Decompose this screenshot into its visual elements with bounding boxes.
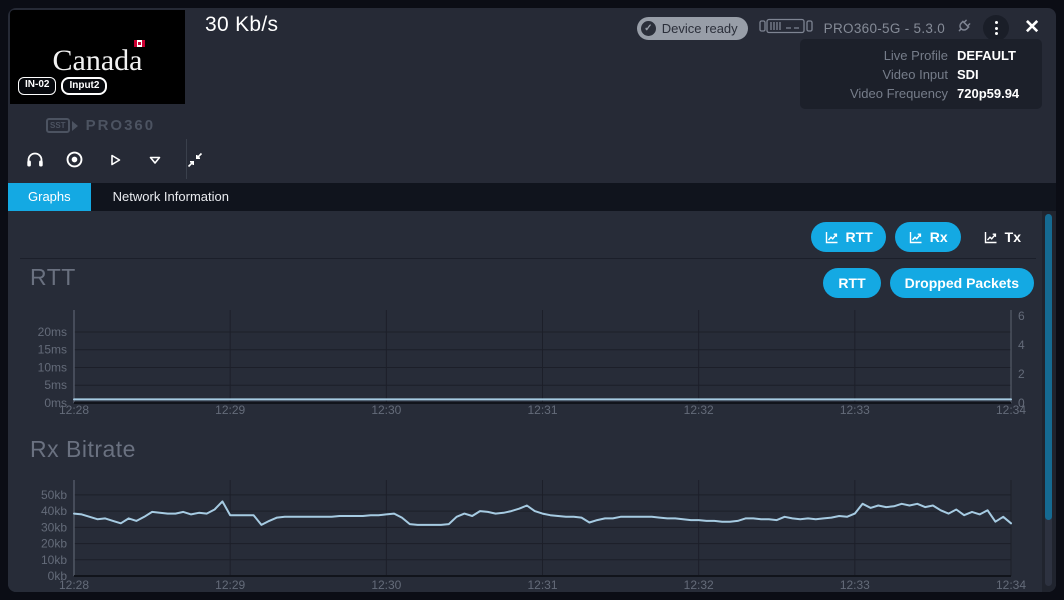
- line-chart-icon: [824, 230, 839, 245]
- svg-text:2: 2: [1018, 367, 1025, 381]
- svg-text:20ms: 20ms: [38, 325, 67, 339]
- svg-text:0ms: 0ms: [44, 396, 67, 410]
- scrollbar-track[interactable]: [1045, 214, 1052, 586]
- input-id-badge: IN-02: [18, 77, 56, 95]
- header-right-cluster: ✓ Device ready PRO360-5G - 5.3.0: [637, 15, 1044, 41]
- video-content-wordmark: Canada: [53, 44, 143, 78]
- sst-camera-icon: SST: [46, 118, 78, 133]
- more-menu-button[interactable]: [983, 15, 1009, 41]
- headphones-icon[interactable]: [21, 146, 48, 173]
- device-model-text: PRO360: [86, 117, 156, 134]
- info-value: 720p59.94: [957, 84, 1019, 103]
- video-preview-thumbnail[interactable]: Canada IN-02 Input2: [10, 10, 185, 104]
- quick-actions: [21, 146, 208, 173]
- tab-network-information[interactable]: Network Information: [91, 183, 251, 211]
- svg-text:12:29: 12:29: [215, 578, 245, 592]
- svg-text:50kb: 50kb: [41, 488, 67, 502]
- rx-bitrate-section-title: Rx Bitrate: [30, 436, 136, 463]
- header-divider: [186, 139, 187, 179]
- dropped-packets-button[interactable]: Dropped Packets: [890, 268, 1034, 298]
- section-separator: [20, 258, 1036, 259]
- toggle-rtt-button[interactable]: RTT: [811, 222, 886, 252]
- device-name-version: PRO360-5G - 5.3.0: [824, 21, 945, 36]
- check-icon: ✓: [641, 21, 656, 36]
- svg-text:15ms: 15ms: [38, 343, 67, 357]
- svg-text:12:32: 12:32: [684, 403, 714, 417]
- svg-text:20kb: 20kb: [41, 537, 67, 551]
- device-status-text: Device ready: [662, 21, 738, 36]
- svg-text:12:33: 12:33: [840, 578, 870, 592]
- input-badges: IN-02 Input2: [18, 77, 107, 95]
- input-source-badge: Input2: [61, 77, 107, 95]
- graph-toggle-buttons: RTT Rx Tx: [811, 222, 1034, 252]
- rx-bitrate-chart: 12:2812:2912:3012:3112:3212:3312:340kb10…: [12, 468, 1052, 592]
- video-info-panel: Live Profile DEFAULT Video Input SDI Vid…: [800, 39, 1042, 109]
- current-bitrate: 30 Kb/s: [205, 13, 278, 37]
- svg-text:0: 0: [1018, 396, 1025, 410]
- device-model-label: SST PRO360: [46, 117, 155, 134]
- record-icon[interactable]: [61, 146, 88, 173]
- rtt-series-button[interactable]: RTT: [823, 268, 880, 298]
- play-icon[interactable]: [101, 146, 128, 173]
- scrollbar-gutter: [1042, 211, 1056, 592]
- power-plug-icon: [956, 18, 972, 39]
- svg-text:6: 6: [1018, 309, 1025, 323]
- info-label: Video Frequency: [800, 84, 948, 103]
- close-icon[interactable]: ✕: [1020, 15, 1044, 41]
- svg-text:12:30: 12:30: [371, 578, 401, 592]
- info-value: DEFAULT: [957, 46, 1016, 65]
- tab-bar: Graphs Network Information: [8, 183, 1056, 211]
- svg-text:10kb: 10kb: [41, 553, 67, 567]
- line-chart-icon: [908, 230, 923, 245]
- svg-text:12:33: 12:33: [840, 403, 870, 417]
- scrollbar-thumb[interactable]: [1045, 214, 1052, 520]
- info-row: Video Input SDI: [800, 65, 1032, 84]
- canada-flag-icon: [134, 40, 145, 47]
- device-control-window: Canada IN-02 Input2 30 Kb/s ✓ Device rea…: [8, 8, 1056, 592]
- rtt-chart: 12:2812:2912:3012:3112:3212:3312:340ms5m…: [12, 300, 1052, 418]
- svg-text:12:34: 12:34: [996, 578, 1026, 592]
- info-label: Live Profile: [800, 46, 948, 65]
- info-label: Video Input: [800, 65, 948, 84]
- chevron-down-icon[interactable]: [141, 146, 168, 173]
- info-row: Video Frequency 720p59.94: [800, 84, 1032, 103]
- rtt-section-title: RTT: [30, 264, 76, 291]
- svg-text:0kb: 0kb: [48, 569, 68, 583]
- svg-text:10ms: 10ms: [38, 360, 67, 374]
- info-row: Live Profile DEFAULT: [800, 46, 1032, 65]
- line-chart-icon: [983, 230, 998, 245]
- screen: Canada IN-02 Input2 30 Kb/s ✓ Device rea…: [0, 0, 1064, 600]
- toggle-tx-button[interactable]: Tx: [970, 222, 1034, 252]
- info-value: SDI: [957, 65, 979, 84]
- svg-text:40kb: 40kb: [41, 504, 67, 518]
- svg-text:12:29: 12:29: [215, 403, 245, 417]
- device-chassis-icon: [759, 17, 813, 40]
- toggle-rx-button[interactable]: Rx: [895, 222, 961, 252]
- canada-wordmark-text: Canada: [53, 44, 143, 77]
- tab-graphs[interactable]: Graphs: [8, 183, 91, 211]
- svg-text:12:30: 12:30: [371, 403, 401, 417]
- device-status-badge: ✓ Device ready: [637, 17, 748, 40]
- rtt-series-buttons: RTT Dropped Packets: [823, 268, 1034, 298]
- svg-text:12:32: 12:32: [684, 578, 714, 592]
- svg-text:12:31: 12:31: [527, 578, 557, 592]
- svg-text:30kb: 30kb: [41, 520, 67, 534]
- svg-text:12:31: 12:31: [527, 403, 557, 417]
- graphs-panel: RTT Rx Tx RTT: [8, 211, 1056, 592]
- svg-text:4: 4: [1018, 338, 1025, 352]
- svg-text:5ms: 5ms: [44, 378, 67, 392]
